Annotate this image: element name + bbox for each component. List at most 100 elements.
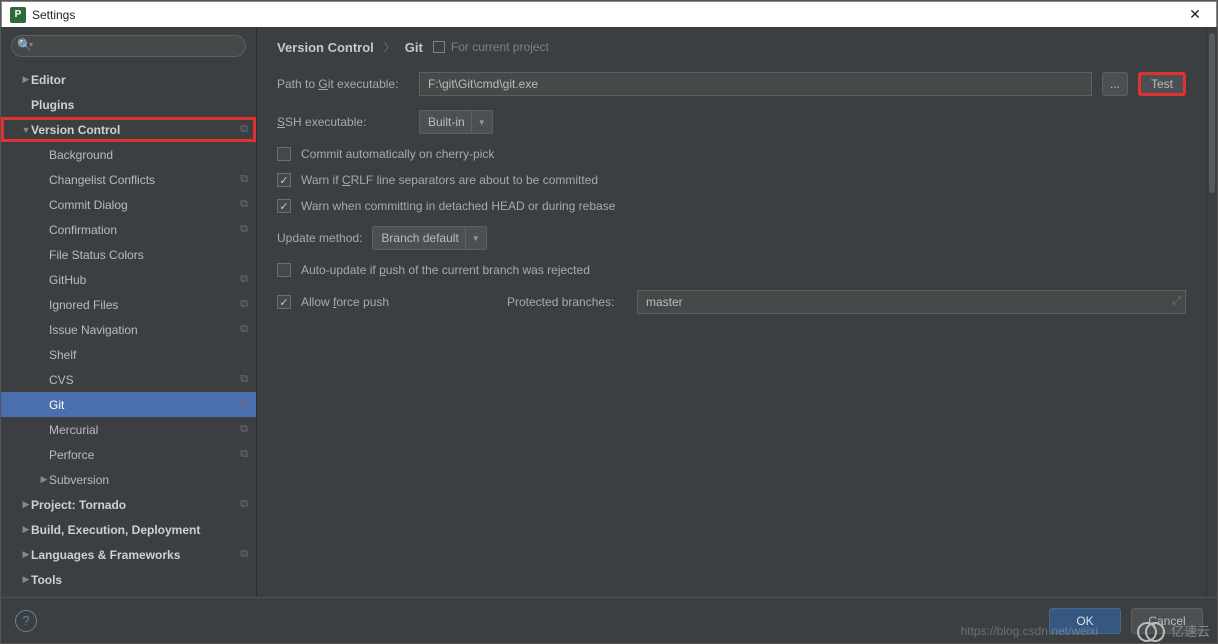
sidebar-item-label: CVS xyxy=(49,373,234,387)
project-scope-icon: ⧉ xyxy=(234,123,248,136)
sidebar-item-changelist-conflicts[interactable]: Changelist Conflicts⧉ xyxy=(1,167,256,192)
sidebar-item-label: Commit Dialog xyxy=(49,198,234,212)
sidebar-item-label: Changelist Conflicts xyxy=(49,173,234,187)
ok-button[interactable]: OK xyxy=(1049,608,1121,634)
project-scope-icon: ⧉ xyxy=(234,398,248,411)
protected-branches-label: Protected branches: xyxy=(507,295,627,309)
sidebar-item-label: Plugins xyxy=(31,98,234,112)
project-scope-icon: ⧉ xyxy=(234,173,248,186)
ssh-executable-select[interactable]: Built-in▼ xyxy=(419,110,493,134)
dialog-footer: ? OK Cancel xyxy=(1,597,1217,643)
sidebar-item-issue-navigation[interactable]: Issue Navigation⧉ xyxy=(1,317,256,342)
chevron-down-icon: ▼ xyxy=(465,227,480,249)
breadcrumb-version-control[interactable]: Version Control xyxy=(277,40,374,55)
sidebar-item-perforce[interactable]: Perforce⧉ xyxy=(1,442,256,467)
project-scope-icon: ⧉ xyxy=(234,298,248,311)
tree-arrow-icon: ▶ xyxy=(21,549,31,560)
protected-branches-input[interactable]: master⤢ xyxy=(637,290,1186,314)
update-method-label: Update method: xyxy=(277,231,362,245)
sidebar-item-ignored-files[interactable]: Ignored Files⧉ xyxy=(1,292,256,317)
project-scope-icon: ⧉ xyxy=(234,223,248,236)
sidebar-item-label: Issue Navigation xyxy=(49,323,234,337)
cherry-pick-checkbox[interactable]: Commit automatically on cherry-pick xyxy=(277,147,1186,161)
sidebar-item-label: Version Control xyxy=(31,123,234,137)
sidebar-item-confirmation[interactable]: Confirmation⧉ xyxy=(1,217,256,242)
search-box[interactable]: 🔍 ▾ xyxy=(11,35,246,57)
test-button[interactable]: Test xyxy=(1138,72,1186,96)
tree-arrow-icon: ▶ xyxy=(39,474,49,485)
sidebar-item-label: Project: Tornado xyxy=(31,498,234,512)
sidebar: 🔍 ▾ ▶EditorPlugins▼Version Control⧉Backg… xyxy=(1,27,257,597)
project-scope-icon xyxy=(433,41,445,53)
ssh-label: SSH executable: xyxy=(277,115,409,129)
sidebar-item-git[interactable]: Git⧉ xyxy=(1,392,256,417)
vertical-scrollbar[interactable] xyxy=(1206,27,1217,597)
sidebar-item-commit-dialog[interactable]: Commit Dialog⧉ xyxy=(1,192,256,217)
help-button[interactable]: ? xyxy=(15,610,37,632)
project-scope-icon: ⧉ xyxy=(234,198,248,211)
sidebar-item-github[interactable]: GitHub⧉ xyxy=(1,267,256,292)
sidebar-item-build-execution-deployment[interactable]: ▶Build, Execution, Deployment xyxy=(1,517,256,542)
window-title: Settings xyxy=(32,8,1182,22)
sidebar-item-label: Tools xyxy=(31,573,234,587)
close-icon[interactable]: ✕ xyxy=(1182,6,1208,23)
sidebar-item-languages-frameworks[interactable]: ▶Languages & Frameworks⧉ xyxy=(1,542,256,567)
sidebar-item-mercurial[interactable]: Mercurial⧉ xyxy=(1,417,256,442)
project-scope-icon: ⧉ xyxy=(234,323,248,336)
sidebar-item-editor[interactable]: ▶Editor xyxy=(1,67,256,92)
sidebar-item-tools[interactable]: ▶Tools xyxy=(1,567,256,592)
scope-indicator: For current project xyxy=(433,40,549,54)
project-scope-icon: ⧉ xyxy=(234,373,248,386)
sidebar-item-label: Editor xyxy=(31,73,234,87)
chevron-right-icon: 〉 xyxy=(384,39,395,55)
breadcrumb-git: Git xyxy=(405,40,423,55)
sidebar-item-label: Perforce xyxy=(49,448,234,462)
scrollbar-thumb[interactable] xyxy=(1209,33,1215,193)
sidebar-item-project-tornado[interactable]: ▶Project: Tornado⧉ xyxy=(1,492,256,517)
force-push-checkbox[interactable]: Allow force push xyxy=(277,295,497,309)
tree-arrow-icon: ▶ xyxy=(21,499,31,510)
tree-arrow-icon: ▶ xyxy=(21,74,31,85)
settings-tree[interactable]: ▶EditorPlugins▼Version Control⧉Backgroun… xyxy=(1,65,256,597)
auto-update-checkbox[interactable]: Auto-update if push of the current branc… xyxy=(277,263,1186,277)
breadcrumb: Version Control 〉 Git For current projec… xyxy=(257,27,1206,65)
tree-arrow-icon: ▶ xyxy=(21,524,31,535)
git-path-input[interactable] xyxy=(419,72,1092,96)
update-method-select[interactable]: Branch default▼ xyxy=(372,226,486,250)
sidebar-item-label: Mercurial xyxy=(49,423,234,437)
project-scope-icon: ⧉ xyxy=(234,448,248,461)
sidebar-item-plugins[interactable]: Plugins xyxy=(1,92,256,117)
cancel-button[interactable]: Cancel xyxy=(1131,608,1203,634)
search-input[interactable] xyxy=(11,35,246,57)
project-scope-icon: ⧉ xyxy=(234,273,248,286)
app-icon: P xyxy=(10,7,26,23)
sidebar-item-label: Ignored Files xyxy=(49,298,234,312)
sidebar-item-label: GitHub xyxy=(49,273,234,287)
chevron-down-icon: ▾ xyxy=(29,40,33,49)
chevron-down-icon: ▼ xyxy=(471,111,486,133)
sidebar-item-label: Subversion xyxy=(49,473,234,487)
sidebar-item-label: Confirmation xyxy=(49,223,234,237)
sidebar-item-shelf[interactable]: Shelf xyxy=(1,342,256,367)
sidebar-item-label: Git xyxy=(49,398,234,412)
crlf-warn-checkbox[interactable]: Warn if CRLF line separators are about t… xyxy=(277,173,1186,187)
path-label: Path to Git executable: xyxy=(277,77,409,91)
sidebar-item-label: Build, Execution, Deployment xyxy=(31,523,234,537)
sidebar-item-label: Background xyxy=(49,148,234,162)
sidebar-item-subversion[interactable]: ▶Subversion xyxy=(1,467,256,492)
sidebar-item-label: Shelf xyxy=(49,348,234,362)
project-scope-icon: ⧉ xyxy=(234,423,248,436)
titlebar: P Settings ✕ xyxy=(1,1,1217,27)
sidebar-item-background[interactable]: Background xyxy=(1,142,256,167)
sidebar-item-label: Languages & Frameworks xyxy=(31,548,234,562)
tree-arrow-icon: ▼ xyxy=(21,125,31,135)
expand-icon[interactable]: ⤢ xyxy=(1172,295,1181,308)
sidebar-item-file-status-colors[interactable]: File Status Colors xyxy=(1,242,256,267)
project-scope-icon: ⧉ xyxy=(234,498,248,511)
sidebar-item-version-control[interactable]: ▼Version Control⧉ xyxy=(1,117,256,142)
browse-button[interactable]: ... xyxy=(1102,72,1128,96)
content-pane: Version Control 〉 Git For current projec… xyxy=(257,27,1206,597)
sidebar-item-cvs[interactable]: CVS⧉ xyxy=(1,367,256,392)
sidebar-item-label: File Status Colors xyxy=(49,248,234,262)
detached-head-checkbox[interactable]: Warn when committing in detached HEAD or… xyxy=(277,199,1186,213)
